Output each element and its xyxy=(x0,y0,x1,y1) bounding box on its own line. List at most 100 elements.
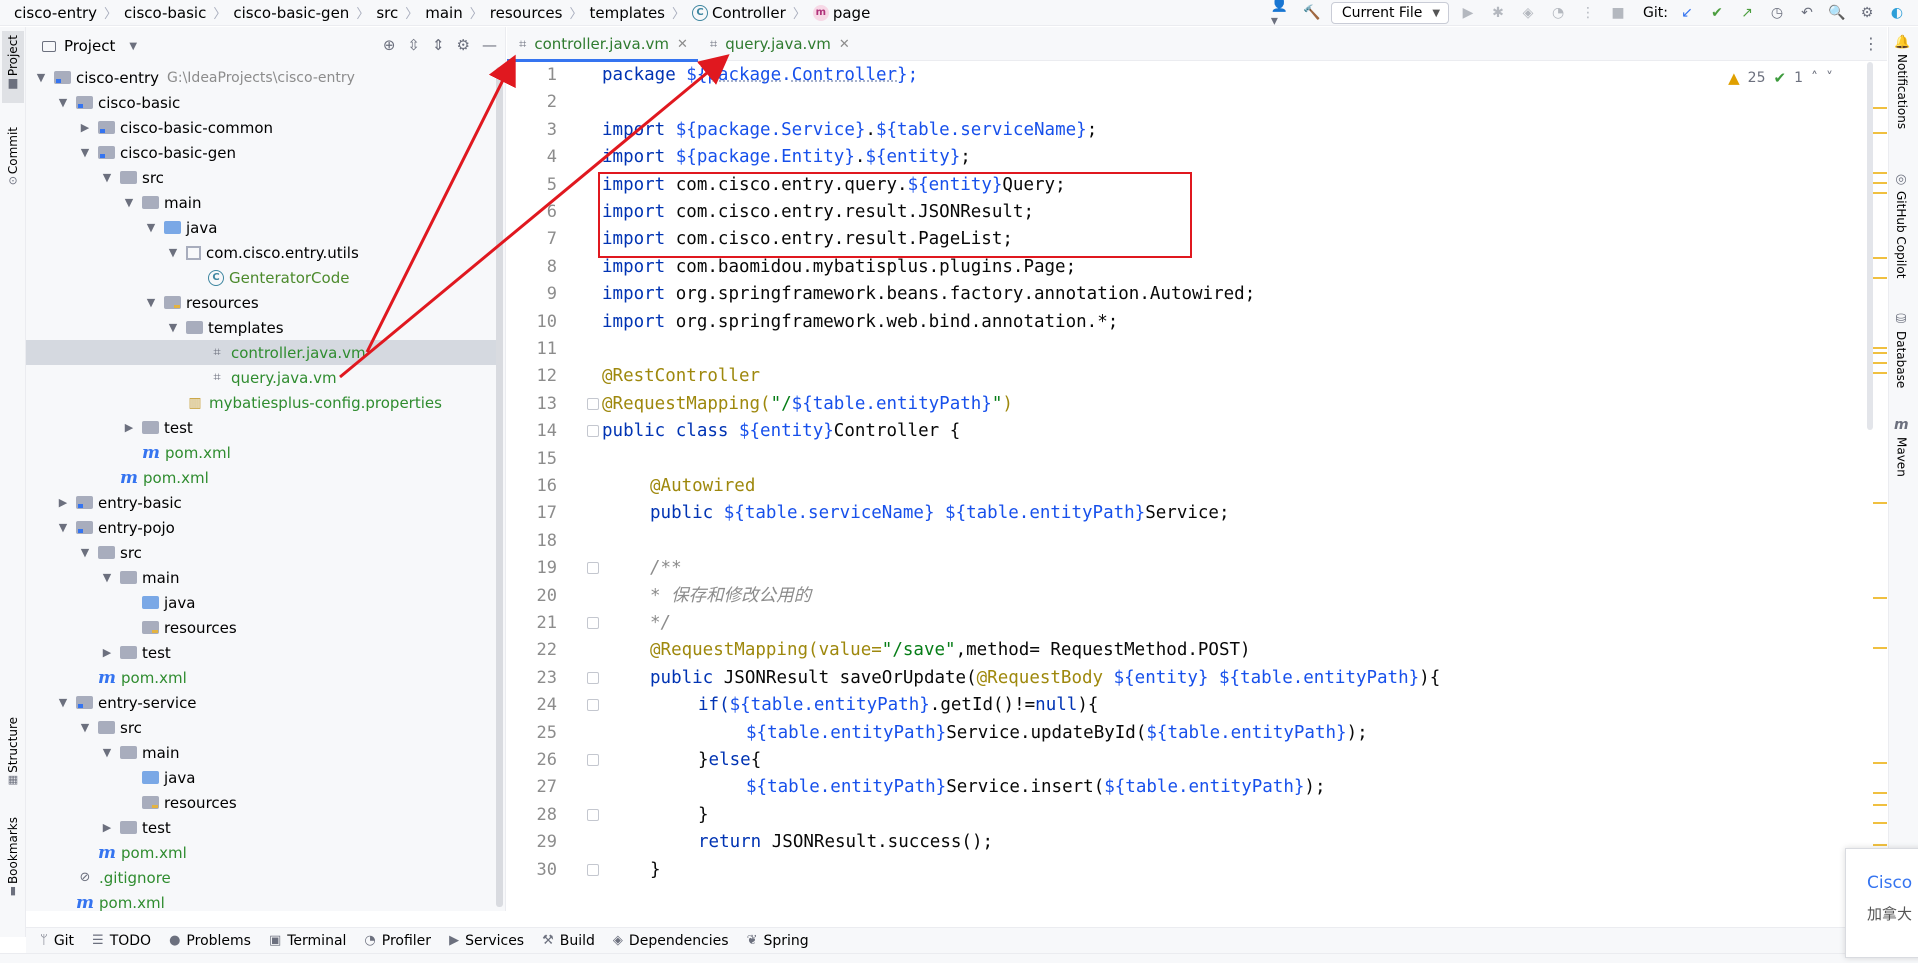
breadcrumb-item[interactable]: cisco-basic xyxy=(124,4,206,22)
run-icon[interactable]: ▶ xyxy=(1457,2,1479,24)
tab-query-java-vm[interactable]: ⌗ query.java.vm ✕ xyxy=(698,27,860,61)
breadcrumb-item[interactable]: main xyxy=(425,4,462,22)
tree-item[interactable]: ▼ com.cisco.entry.utils xyxy=(26,240,496,265)
toolbox-icon[interactable]: ◐ xyxy=(1886,2,1908,24)
warning-marker[interactable] xyxy=(1873,647,1887,649)
more-run-icon[interactable]: ⋮ xyxy=(1577,2,1599,24)
project-title[interactable]: Project xyxy=(64,37,115,55)
tree-item[interactable]: ▶ entry-basic xyxy=(26,490,496,515)
warning-marker[interactable] xyxy=(1873,822,1887,824)
warning-marker[interactable] xyxy=(1873,372,1887,374)
git-history-icon[interactable]: ◷ xyxy=(1766,2,1788,24)
warning-marker[interactable] xyxy=(1873,192,1887,194)
warning-marker[interactable] xyxy=(1873,502,1887,504)
warning-marker[interactable] xyxy=(1873,132,1887,134)
breadcrumb-method[interactable]: m page xyxy=(812,4,870,22)
run-configuration-select[interactable]: Current File ▼ xyxy=(1330,2,1450,24)
close-icon[interactable]: ✕ xyxy=(677,37,688,52)
tree-item[interactable]: ▶ cisco-basic-common xyxy=(26,115,496,140)
chevron-down-icon[interactable]: ▼ xyxy=(129,41,137,52)
tree-item[interactable]: ▶ ⊘ .gitignore xyxy=(26,865,496,890)
debug-icon[interactable]: ✱ xyxy=(1487,2,1509,24)
tool-git[interactable]: ᛘ Git xyxy=(40,933,74,949)
tree-item[interactable]: ▶ m pom.xml xyxy=(26,890,496,912)
warning-marker[interactable] xyxy=(1873,792,1887,794)
tree-item[interactable]: ▼ cisco-entry G:\IdeaProjects\cisco-entr… xyxy=(26,65,496,90)
fold-marker-icon[interactable] xyxy=(587,562,599,574)
breadcrumb-item[interactable]: cisco-basic-gen xyxy=(233,4,349,22)
database-tool-tab[interactable]: ⛁ Database xyxy=(1894,312,1908,388)
chevron-right-icon[interactable]: ▶ xyxy=(100,646,114,659)
chevron-up-icon[interactable]: ˄ xyxy=(1811,70,1818,86)
tree-item[interactable]: ▼ entry-service xyxy=(26,690,496,715)
stop-icon[interactable]: ■ xyxy=(1607,2,1629,24)
tree-item[interactable]: ▶ test xyxy=(26,640,496,665)
fold-marker-icon[interactable] xyxy=(587,754,599,766)
notification-popup[interactable]: Cisco 加拿大 xyxy=(1845,848,1918,958)
tree-item[interactable]: ▼ main xyxy=(26,740,496,765)
git-rollback-icon[interactable]: ↶ xyxy=(1796,2,1818,24)
breadcrumb-item[interactable]: resources xyxy=(490,4,563,22)
commit-tool-tab[interactable]: Commit ⊙ xyxy=(2,127,24,207)
git-push-icon[interactable]: ↗ xyxy=(1736,2,1758,24)
chevron-down-icon[interactable]: ▼ xyxy=(56,96,70,109)
tree-item[interactable]: ▼ cisco-basic xyxy=(26,90,496,115)
tree-item[interactable]: ▶ resources xyxy=(26,790,496,815)
tree-item[interactable]: ▶ java xyxy=(26,590,496,615)
tree-item[interactable]: ▼ main xyxy=(26,565,496,590)
tool-build[interactable]: ⚒ Build xyxy=(542,933,595,949)
tree-item[interactable]: ▼ src xyxy=(26,165,496,190)
fold-marker-icon[interactable] xyxy=(587,672,599,684)
tool-profiler[interactable]: ◔ Profiler xyxy=(364,933,431,949)
git-update-icon[interactable]: ↙ xyxy=(1676,2,1698,24)
chevron-down-icon[interactable]: ▼ xyxy=(144,221,158,234)
tree-item[interactable]: ▶ m pom.xml xyxy=(26,465,496,490)
tool-todo[interactable]: ☰ TODO xyxy=(92,933,151,949)
tab-controller-java-vm[interactable]: ⌗ controller.java.vm ✕ xyxy=(507,27,698,62)
warning-marker[interactable] xyxy=(1873,352,1887,354)
chevron-down-icon[interactable]: ▼ xyxy=(78,546,92,559)
warning-marker[interactable] xyxy=(1873,107,1887,109)
user-icon[interactable]: 👤▾ xyxy=(1271,0,1293,29)
chevron-right-icon[interactable]: ▶ xyxy=(122,421,136,434)
chevron-down-icon[interactable]: ▼ xyxy=(56,696,70,709)
code-editor[interactable]: 1 2 3 4 5 6 7 8 9 10 11 12 13 14 15 16 17 18 19 20 21 22 23 24 2… xyxy=(507,62,1887,892)
tree-item[interactable]: ▼ resources xyxy=(26,290,496,315)
warning-marker[interactable] xyxy=(1873,597,1887,599)
chevron-down-icon[interactable]: ▼ xyxy=(78,146,92,159)
chevron-down-icon[interactable]: ▼ xyxy=(122,196,136,209)
error-stripe[interactable] xyxy=(1873,62,1887,892)
chevron-down-icon[interactable]: ▼ xyxy=(100,171,114,184)
tree-item[interactable]: ▶ ▥ mybatiesplus-config.properties xyxy=(26,390,496,415)
gear-icon[interactable]: ⚙ xyxy=(1856,2,1878,24)
tree-item[interactable]: ▼ src xyxy=(26,540,496,565)
warning-marker[interactable] xyxy=(1873,362,1887,364)
fold-marker-icon[interactable] xyxy=(587,809,599,821)
popup-title[interactable]: Cisco xyxy=(1867,873,1918,893)
tree-item[interactable]: ▼ java xyxy=(26,215,496,240)
tool-problems[interactable]: ● Problems xyxy=(169,933,251,949)
fold-marker-icon[interactable] xyxy=(587,425,599,437)
minimize-icon[interactable]: — xyxy=(482,36,497,54)
breadcrumb-class[interactable]: C Controller xyxy=(692,4,786,22)
gear-icon[interactable]: ⚙ xyxy=(457,36,470,54)
warning-marker[interactable] xyxy=(1873,172,1887,174)
chevron-down-icon[interactable]: ▼ xyxy=(34,71,48,84)
chevron-down-icon[interactable]: ▼ xyxy=(100,571,114,584)
coverage-icon[interactable]: ◈ xyxy=(1517,2,1539,24)
project-tool-tab[interactable]: Project ▆ xyxy=(2,31,24,103)
breadcrumb-item[interactable]: templates xyxy=(589,4,665,22)
search-icon[interactable]: 🔍 xyxy=(1826,2,1848,24)
locate-icon[interactable]: ⊕ xyxy=(383,36,396,54)
tree-item[interactable]: ▼ src xyxy=(26,715,496,740)
fold-marker-icon[interactable] xyxy=(587,398,599,410)
expand-all-icon[interactable]: ⇳ xyxy=(407,36,420,54)
close-icon[interactable]: ✕ xyxy=(839,37,850,52)
notifications-tool-tab[interactable]: 🔔 Notifications xyxy=(1894,35,1910,129)
chevron-down-icon[interactable]: ▼ xyxy=(78,721,92,734)
profile-icon[interactable]: ◔ xyxy=(1547,2,1569,24)
fold-marker-icon[interactable] xyxy=(587,699,599,711)
warning-marker[interactable] xyxy=(1873,762,1887,764)
bookmarks-tool-tab[interactable]: Bookmarks ▮ xyxy=(2,817,24,917)
breadcrumb-item[interactable]: cisco-entry xyxy=(14,4,97,22)
